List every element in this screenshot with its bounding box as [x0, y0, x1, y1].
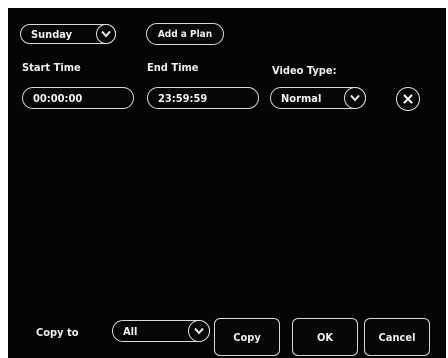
chevron-down-icon[interactable] [344, 87, 366, 109]
copy-to-label: Copy to [36, 326, 79, 339]
start-time-value: 00:00:00 [33, 91, 83, 105]
day-select[interactable]: Sunday [20, 24, 116, 44]
cancel-button[interactable]: Cancel [364, 318, 430, 356]
add-plan-label: Add a Plan [157, 28, 213, 40]
start-time-label: Start Time [22, 61, 81, 74]
copy-target-select[interactable]: All [112, 320, 210, 342]
chevron-down-icon[interactable] [96, 24, 116, 44]
video-type-select[interactable]: Normal [270, 87, 366, 109]
cancel-button-label: Cancel [378, 330, 416, 344]
close-icon [403, 94, 413, 104]
video-type-value: Normal [281, 91, 322, 105]
end-time-label: End Time [147, 61, 199, 74]
plan-editor-screen: Sunday Add a Plan Start Time End Time Vi… [8, 8, 446, 358]
end-time-field[interactable]: 23:59:59 [147, 87, 259, 109]
video-type-label: Video Type: [272, 64, 337, 77]
delete-plan-button[interactable] [396, 87, 420, 111]
copy-button[interactable]: Copy [214, 318, 280, 356]
copy-target-value: All [123, 324, 138, 338]
ok-button-label: OK [316, 330, 334, 344]
end-time-value: 23:59:59 [158, 91, 208, 105]
chevron-down-icon[interactable] [188, 320, 210, 342]
ok-button[interactable]: OK [292, 318, 358, 356]
start-time-field[interactable]: 00:00:00 [22, 87, 134, 109]
add-plan-button[interactable]: Add a Plan [146, 23, 224, 45]
day-select-value: Sunday [31, 27, 73, 41]
copy-button-label: Copy [233, 330, 261, 344]
